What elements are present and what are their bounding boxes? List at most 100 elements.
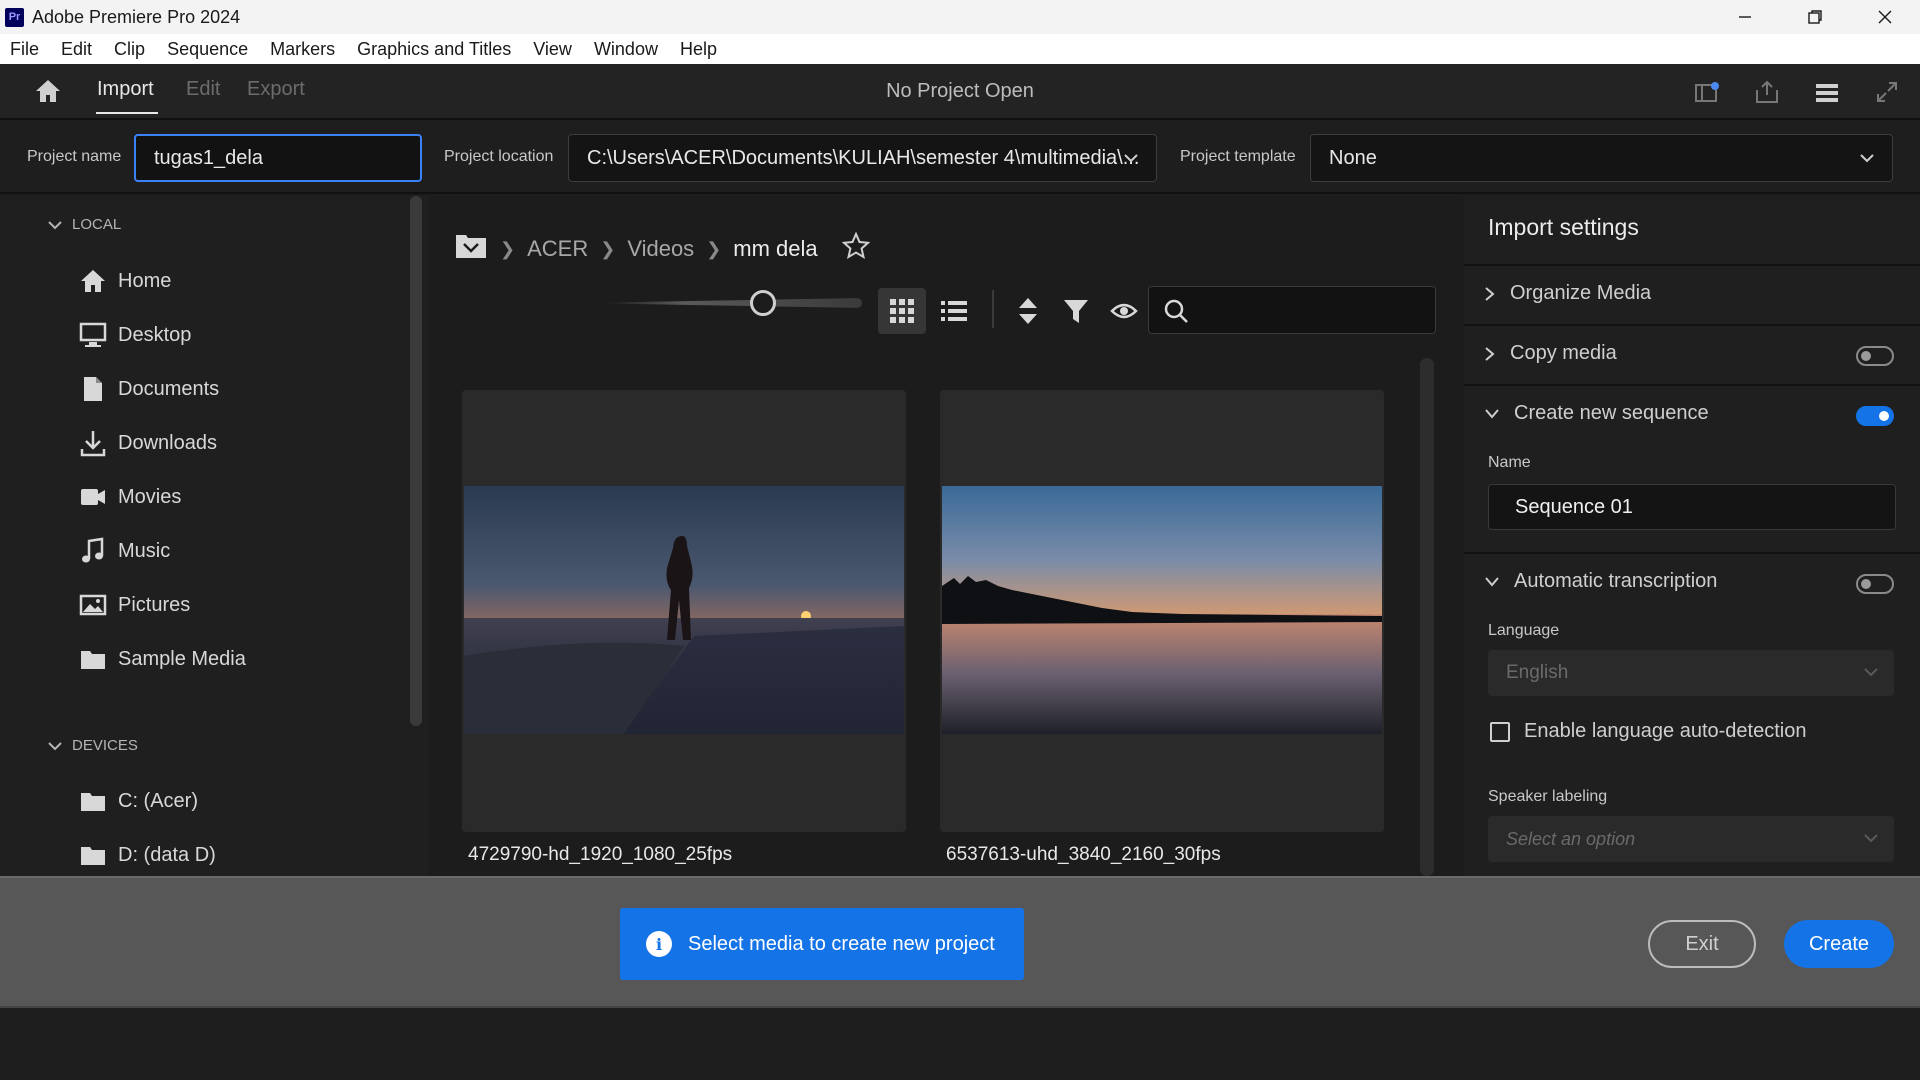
chevron-right-icon: ❯	[500, 238, 516, 259]
workspaces-button[interactable]	[1812, 78, 1842, 106]
quick-export-button[interactable]	[1692, 78, 1722, 106]
sidebar-item-sample-media[interactable]: Sample Media	[78, 644, 246, 674]
copy-media-toggle[interactable]	[1856, 346, 1894, 366]
slider-thumb[interactable]	[750, 290, 776, 316]
project-location-dropdown[interactable]: C:\Users\ACER\Documents\KULIAH\semester …	[568, 134, 1157, 182]
create-sequence-toggle[interactable]	[1856, 406, 1894, 426]
browser-scrollbar[interactable]	[1420, 358, 1434, 876]
divider	[1464, 384, 1920, 386]
minimize-button[interactable]	[1710, 0, 1780, 34]
folder-icon	[78, 644, 108, 674]
favorite-button[interactable]	[841, 231, 871, 266]
sidebar-scrollbar[interactable]	[410, 196, 422, 726]
sidebar-item-movies[interactable]: Movies	[78, 482, 181, 512]
filter-button[interactable]	[1052, 288, 1100, 334]
create-button[interactable]: Create	[1784, 920, 1894, 968]
menu-graphics-and-titles[interactable]: Graphics and Titles	[357, 39, 511, 60]
breadcrumb-videos[interactable]: Videos	[627, 236, 694, 262]
sidebar-item-home[interactable]: Home	[78, 266, 171, 296]
devices-section-header[interactable]: DEVICES	[48, 737, 138, 754]
language-value: English	[1506, 662, 1569, 683]
copy-media-row[interactable]: Copy media	[1484, 342, 1617, 365]
menu-file[interactable]: File	[10, 39, 39, 60]
sidebar-item-label: Sample Media	[118, 647, 246, 670]
sidebar-item-drive-c[interactable]: C: (Acer)	[78, 786, 198, 816]
thumbnail-size-slider[interactable]	[606, 298, 862, 308]
folder-icon	[78, 840, 108, 870]
speaker-labeling-dropdown[interactable]: Select an option	[1488, 816, 1894, 862]
workspace-header: Import Edit Export No Project Open	[0, 64, 1920, 120]
sequence-name-input[interactable]: Sequence 01	[1488, 484, 1896, 530]
sort-button[interactable]	[1004, 288, 1052, 334]
toolbar-divider	[992, 290, 994, 328]
media-card[interactable]	[462, 390, 906, 832]
project-template-dropdown[interactable]: None	[1310, 134, 1893, 182]
create-sequence-row[interactable]: Create new sequence	[1484, 402, 1709, 425]
download-icon	[78, 428, 108, 458]
menu-sequence[interactable]: Sequence	[167, 39, 248, 60]
project-name-input[interactable]: tugas1_dela	[134, 134, 422, 182]
notice-text: Select media to create new project	[688, 932, 995, 955]
menu-markers[interactable]: Markers	[270, 39, 335, 60]
project-name-label: Project name	[27, 148, 122, 165]
fullscreen-button[interactable]	[1872, 78, 1902, 106]
divider	[1464, 324, 1920, 326]
sidebar-item-label: D: (data D)	[118, 843, 216, 866]
sidebar-item-drive-d[interactable]: D: (data D)	[78, 840, 216, 870]
sidebar-item-label: Movies	[118, 485, 182, 508]
search-icon	[1164, 299, 1188, 323]
breadcrumb-acer[interactable]: ACER	[527, 236, 588, 262]
auto-transcription-toggle[interactable]	[1856, 574, 1894, 594]
search-input[interactable]	[1148, 286, 1436, 334]
local-section-header[interactable]: LOCAL	[48, 216, 121, 233]
menu-help[interactable]: Help	[680, 39, 717, 60]
home-icon	[78, 266, 108, 296]
auto-transcription-row[interactable]: Automatic transcription	[1484, 570, 1717, 593]
restore-button[interactable]	[1780, 0, 1850, 34]
organize-media-row[interactable]: Organize Media	[1484, 282, 1651, 305]
menu-window[interactable]: Window	[594, 39, 658, 60]
sort-icon	[1019, 298, 1037, 324]
auto-detect-checkbox[interactable]	[1490, 721, 1510, 742]
chevron-right-icon	[1485, 286, 1495, 301]
sidebar-item-label: Desktop	[118, 323, 192, 346]
exit-button[interactable]: Exit	[1648, 920, 1756, 968]
sequence-name-label: Name	[1488, 454, 1531, 471]
speaker-labeling-label: Speaker labeling	[1488, 788, 1608, 805]
sidebar-item-music[interactable]: Music	[78, 536, 170, 566]
eye-icon	[1110, 303, 1138, 319]
menu-clip[interactable]: Clip	[114, 39, 145, 60]
video-thumbnail	[942, 486, 1382, 734]
media-card[interactable]	[940, 390, 1384, 832]
grid-view-button[interactable]	[878, 288, 926, 334]
visibility-button[interactable]	[1100, 288, 1148, 334]
menu-view[interactable]: View	[533, 39, 572, 60]
browser-toolbar	[430, 276, 1462, 334]
close-button[interactable]	[1850, 0, 1920, 34]
sidebar-item-documents[interactable]: Documents	[78, 374, 219, 404]
auto-detect-row[interactable]: Enable language auto-detection	[1490, 720, 1806, 743]
chevron-down-icon	[48, 741, 62, 750]
menu-edit[interactable]: Edit	[61, 39, 92, 60]
sidebar-item-desktop[interactable]: Desktop	[78, 320, 191, 350]
auto-transcription-label: Automatic transcription	[1514, 570, 1718, 592]
list-view-button[interactable]	[930, 288, 978, 334]
folder-picker-button[interactable]	[454, 232, 488, 266]
desktop-icon	[78, 320, 108, 350]
project-location-value: C:\Users\ACER\Documents\KULIAH\semester …	[587, 146, 1140, 169]
sidebar-item-label: C: (Acer)	[118, 789, 198, 812]
project-location-label: Project location	[444, 148, 554, 165]
sidebar-item-pictures[interactable]: Pictures	[78, 590, 190, 620]
premiere-app-icon: Pr	[5, 7, 24, 27]
sidebar-item-downloads[interactable]: Downloads	[78, 428, 217, 458]
share-button[interactable]	[1752, 78, 1782, 106]
chevron-down-icon	[48, 220, 62, 229]
chevron-down-icon	[1485, 408, 1499, 419]
minimize-icon	[1739, 16, 1751, 18]
media-filename: 6537613-uhd_3840_2160_30fps	[946, 844, 1221, 865]
chevron-down-icon	[1485, 576, 1499, 587]
grid-icon	[890, 299, 914, 323]
select-media-notice: i Select media to create new project	[620, 908, 1024, 980]
language-dropdown[interactable]: English	[1488, 650, 1894, 696]
active-tab-indicator	[96, 112, 158, 114]
